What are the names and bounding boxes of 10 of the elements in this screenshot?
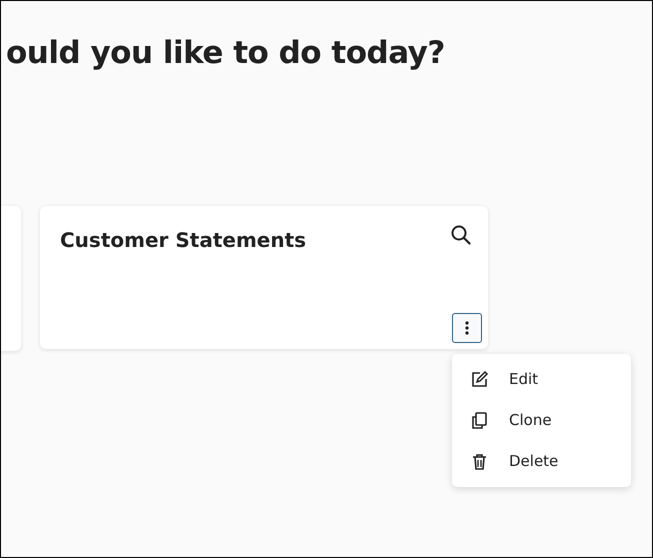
menu-item[interactable]: Delete <box>452 441 631 482</box>
edit-icon <box>470 370 489 390</box>
vertical-dots-icon <box>465 321 469 336</box>
menu-item[interactable]: Clone <box>452 400 631 442</box>
more-button[interactable] <box>452 313 482 344</box>
trash-icon <box>470 452 489 472</box>
copy-icon <box>470 411 489 430</box>
page-heading: ould you like to do today? <box>5 34 446 72</box>
card-title: Customer Statements <box>60 228 306 252</box>
menu-item[interactable]: Edit <box>452 359 631 400</box>
